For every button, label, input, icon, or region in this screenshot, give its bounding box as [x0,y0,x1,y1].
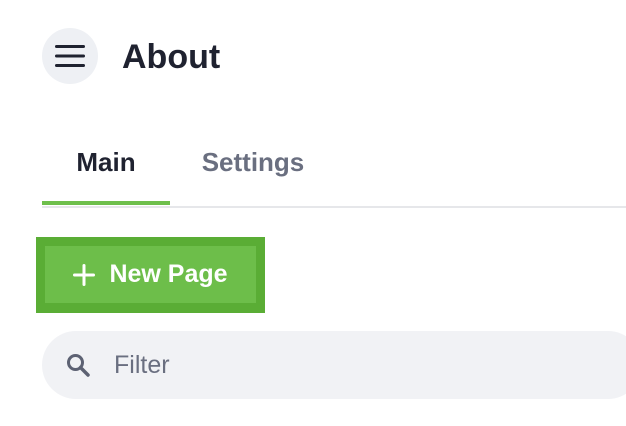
search-icon [67,354,90,377]
hamburger-menu-icon [55,45,85,67]
filter-field[interactable] [42,331,626,399]
filter-input[interactable] [114,345,614,385]
page-title: About [122,38,221,76]
new-page-button[interactable]: New Page [45,246,256,303]
new-page-button-label: New Page [109,260,228,288]
tab-settings[interactable]: Settings [182,130,324,204]
menu-button[interactable] [42,28,98,84]
plus-icon [73,263,96,286]
tab-main[interactable]: Main [42,130,170,205]
tab-bar: Main Settings [42,130,626,208]
